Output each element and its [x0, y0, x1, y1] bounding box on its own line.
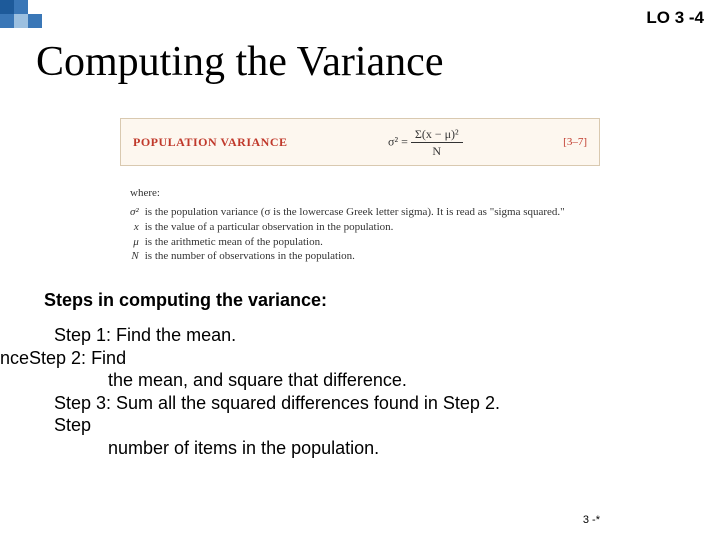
where-row: x is the value of a particular observati…: [130, 220, 565, 235]
formula-denominator: N: [411, 143, 463, 157]
page-title: Computing the Variance: [36, 38, 443, 86]
step-1: Step 1: Find the mean.: [54, 324, 720, 347]
formula-eqref: [3–7]: [563, 136, 587, 148]
where-block: where: σ² is the population variance (σ …: [130, 186, 630, 264]
step-3: Step 3: Sum all the squared differences …: [54, 392, 720, 415]
where-desc: is the population variance (σ is the low…: [145, 205, 565, 220]
where-sym: x: [130, 220, 145, 235]
where-row: μ is the arithmetic mean of the populati…: [130, 235, 565, 250]
formula-label: POPULATION VARIANCE: [133, 135, 288, 150]
step-2-line-b: the mean, and square that difference.: [108, 369, 720, 392]
steps-list: Step 1: Find the mean. nceStep 2: Find t…: [0, 324, 720, 459]
where-sym: N: [130, 249, 145, 264]
where-row: σ² is the population variance (σ is the …: [130, 205, 565, 220]
steps-header: Steps in computing the variance:: [44, 290, 327, 311]
where-desc: is the arithmetic mean of the population…: [145, 235, 565, 250]
where-sym: μ: [130, 235, 145, 250]
formula-lhs: σ² =: [388, 134, 408, 148]
where-desc: is the number of observations in the pop…: [145, 249, 565, 264]
where-desc: is the value of a particular observation…: [145, 220, 565, 235]
formula-expression: σ² = Σ(x − μ)² N: [288, 128, 564, 157]
formula-fraction: Σ(x − μ)² N: [411, 128, 463, 157]
formula-numerator: Σ(x − μ)²: [411, 128, 463, 143]
step-4-line-a: Step: [54, 414, 720, 437]
where-sym: σ²: [130, 205, 145, 220]
where-row: N is the number of observations in the p…: [130, 249, 565, 264]
step-4-line-b: number of items in the population.: [108, 437, 720, 460]
where-heading: where:: [130, 186, 630, 201]
lo-tag: LO 3 -4: [646, 8, 704, 28]
brand-logo: [0, 0, 54, 34]
slide-number: 3 -*: [583, 514, 600, 526]
formula-box: POPULATION VARIANCE σ² = Σ(x − μ)² N [3–…: [120, 118, 600, 166]
step-2-line-a: nceStep 2: Find: [0, 347, 720, 370]
